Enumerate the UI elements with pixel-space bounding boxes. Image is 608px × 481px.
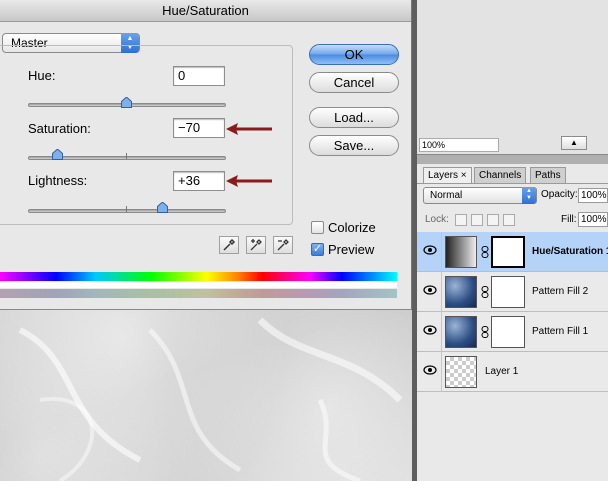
preview-checkbox[interactable]: ✓ [311, 243, 324, 256]
pattern-layer-thumbnail [445, 316, 477, 348]
blend-mode-value: Normal [430, 190, 463, 201]
tab-layers-label: Layers [428, 170, 459, 181]
saturation-input[interactable]: −70 [173, 118, 225, 138]
colorize-checkbox[interactable] [311, 221, 324, 234]
eye-icon[interactable] [423, 245, 437, 255]
eye-column-separator [441, 232, 442, 272]
lock-transparency-icon[interactable] [455, 214, 467, 226]
layer-row-pattern-fill-1[interactable]: Pattern Fill 1 [417, 312, 608, 352]
tab-layers[interactable]: Layers × [423, 167, 472, 184]
ok-button[interactable]: OK [309, 44, 399, 65]
lightness-annotation-arrow [226, 175, 272, 187]
lightness-center-tick [126, 206, 127, 212]
panel-separator[interactable] [417, 154, 608, 164]
save-button[interactable]: Save... [309, 135, 399, 156]
cancel-button[interactable]: Cancel [309, 72, 399, 93]
tab-channels-label: Channels [479, 170, 522, 181]
hue-input[interactable]: 0 [173, 66, 225, 86]
layer-name[interactable]: Layer 1 [485, 366, 518, 377]
colorize-label: Colorize [328, 220, 376, 235]
saturation-slider-handle[interactable] [52, 149, 63, 160]
transparent-layer-thumbnail [445, 356, 477, 388]
spectrum-range-strip[interactable] [0, 282, 397, 288]
eyedropper-icon [223, 238, 236, 251]
hue-slider-handle[interactable] [121, 97, 132, 108]
adjustment-layer-thumbnail [445, 236, 477, 268]
tab-channels[interactable]: Channels [474, 167, 527, 184]
opacity-input[interactable]: 100% [578, 188, 608, 203]
zoom-out-button[interactable]: ▲ [561, 136, 587, 150]
layer-mask-thumbnail[interactable] [491, 316, 525, 348]
close-icon[interactable]: × [461, 170, 467, 181]
dialog-title[interactable]: Hue/Saturation [0, 0, 411, 22]
layer-mask-thumbnail[interactable] [491, 236, 525, 268]
right-panels: 100% ▲ Layers × Channels Paths Normal ▲ ▼… [417, 0, 608, 481]
eye-column-separator [441, 312, 442, 352]
load-button[interactable]: Load... [309, 107, 399, 128]
eyedropper-plus-icon [250, 239, 262, 251]
chain-link-icon[interactable] [481, 246, 489, 258]
tab-paths-label: Paths [535, 170, 561, 181]
eyedropper-plus-button[interactable] [246, 236, 266, 254]
layers-panel: Layers × Channels Paths Normal ▲ ▼ Opacit… [417, 164, 608, 481]
saturation-center-tick [126, 153, 127, 159]
navigator-panel: 100% ▲ [417, 0, 608, 154]
layer-row-pattern-fill-2[interactable]: Pattern Fill 2 [417, 272, 608, 312]
lightness-slider-track[interactable] [28, 209, 226, 213]
eyedropper-minus-button[interactable] [273, 236, 293, 254]
layer-mask-thumbnail[interactable] [491, 276, 525, 308]
lock-move-icon[interactable] [487, 214, 499, 226]
eye-icon[interactable] [423, 325, 437, 335]
lock-all-icon[interactable] [503, 214, 515, 226]
layer-name[interactable]: Pattern Fill 1 [532, 326, 588, 337]
output-color-spectrum [0, 289, 397, 298]
zoom-out-icon: ▲ [570, 138, 578, 147]
lock-brush-icon[interactable] [471, 214, 483, 226]
input-color-spectrum [0, 272, 397, 281]
saturation-label: Saturation: [28, 121, 91, 136]
chain-link-icon[interactable] [481, 326, 489, 338]
lightness-label: Lightness: [28, 173, 88, 188]
pattern-layer-thumbnail [445, 276, 477, 308]
zoom-input[interactable]: 100% [419, 138, 499, 152]
eye-column-separator [441, 352, 442, 392]
layer-name[interactable]: Hue/Saturation 1 [532, 246, 608, 257]
saturation-annotation-arrow [226, 123, 272, 135]
layer-name[interactable]: Pattern Fill 2 [532, 286, 588, 297]
hue-label: Hue: [28, 68, 56, 83]
fill-input[interactable]: 100% [578, 212, 608, 227]
lock-label: Lock: [425, 214, 449, 225]
lightness-slider-handle[interactable] [157, 202, 168, 213]
fill-label: Fill: [561, 214, 577, 225]
eye-icon[interactable] [423, 285, 437, 295]
layer-row-hue-saturation[interactable]: Hue/Saturation 1 [417, 232, 608, 272]
tab-paths[interactable]: Paths [530, 167, 566, 184]
eye-column-separator [441, 272, 442, 312]
opacity-label: Opacity: [541, 189, 578, 200]
eye-icon[interactable] [423, 365, 437, 375]
preview-label: Preview [328, 242, 375, 257]
tabs-underline [417, 183, 608, 184]
eyedropper-minus-icon [277, 239, 289, 251]
layer-row-layer-1[interactable]: Layer 1 [417, 352, 608, 392]
eyedropper-button[interactable] [219, 236, 239, 254]
lightness-input[interactable]: +36 [173, 171, 225, 191]
chain-link-icon[interactable] [481, 286, 489, 298]
select-arrows-icon: ▲ ▼ [522, 187, 536, 204]
hue-saturation-dialog: Hue/Saturation Master ▲ ▼ Hue: 0 Saturati… [0, 0, 412, 310]
blend-mode-select[interactable]: Normal ▲ ▼ [423, 187, 537, 204]
